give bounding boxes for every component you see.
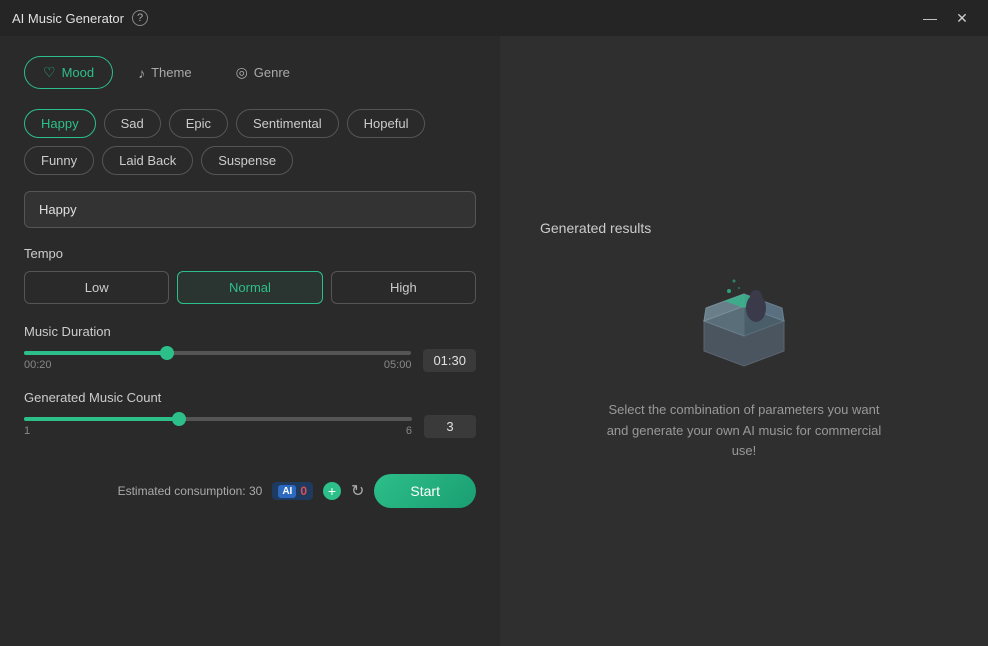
music-count-range: 1 6	[24, 425, 412, 437]
main-content: ♡ Mood ♪ Theme ◎ Genre Happy Sad Epic Senti…	[0, 36, 988, 646]
tab-genre[interactable]: ◎ Genre	[217, 56, 309, 89]
mood-btn-hopeful[interactable]: Hopeful	[347, 109, 426, 138]
refresh-icon[interactable]: ↻	[351, 481, 364, 501]
left-panel: ♡ Mood ♪ Theme ◎ Genre Happy Sad Epic Senti…	[0, 36, 500, 646]
mood-btn-sentimental[interactable]: Sentimental	[236, 109, 339, 138]
close-button[interactable]: ✕	[948, 6, 976, 30]
credit-count: 0	[300, 484, 307, 498]
music-duration-slider-row: 00:20 05:00 01:30	[24, 349, 476, 372]
generated-results-title: Generated results	[520, 220, 968, 256]
app-title: AI Music Generator	[12, 11, 124, 26]
music-duration-label: Music Duration	[24, 324, 476, 339]
count-max: 6	[406, 425, 412, 437]
ai-label: AI	[278, 485, 296, 498]
minimize-button[interactable]: —	[916, 6, 944, 30]
mood-btn-suspense[interactable]: Suspense	[201, 146, 293, 175]
mood-display: Happy	[24, 191, 476, 228]
theme-icon: ♪	[138, 65, 145, 81]
mood-btn-laid-back[interactable]: Laid Back	[102, 146, 193, 175]
music-count-section: Generated Music Count 1 6 3	[24, 390, 476, 438]
title-bar-left: AI Music Generator ?	[12, 10, 148, 26]
music-count-slider-row: 1 6 3	[24, 415, 476, 438]
music-count-slider-wrapper: 1 6	[24, 417, 412, 437]
empty-state-illustration	[684, 256, 804, 376]
music-duration-slider-wrapper: 00:20 05:00	[24, 351, 411, 371]
music-duration-value: 01:30	[423, 349, 476, 372]
genre-icon: ◎	[236, 64, 248, 81]
tab-theme-label: Theme	[151, 65, 191, 80]
music-duration-thumb[interactable]	[160, 346, 174, 360]
duration-min: 00:20	[24, 359, 52, 371]
help-icon[interactable]: ?	[132, 10, 148, 26]
music-count-fill	[24, 417, 179, 421]
mood-btn-epic[interactable]: Epic	[169, 109, 228, 138]
music-count-value: 3	[424, 415, 476, 438]
music-count-track	[24, 417, 412, 421]
bottom-bar: Estimated consumption: 30 AI 0 + ↻ Start	[24, 464, 476, 508]
tempo-btn-low[interactable]: Low	[24, 271, 169, 304]
mood-btn-happy[interactable]: Happy	[24, 109, 96, 138]
mood-grid: Happy Sad Epic Sentimental Hopeful Funny Laid …	[24, 109, 476, 175]
music-duration-track	[24, 351, 411, 355]
right-panel: Generated results Select the combination…	[500, 36, 988, 646]
start-button[interactable]: Start	[374, 474, 476, 508]
mood-btn-funny[interactable]: Funny	[24, 146, 94, 175]
tab-mood[interactable]: ♡ Mood	[24, 56, 113, 89]
mood-icon: ♡	[43, 64, 56, 81]
music-count-label: Generated Music Count	[24, 390, 476, 405]
tab-mood-label: Mood	[62, 65, 95, 80]
tabs: ♡ Mood ♪ Theme ◎ Genre	[24, 56, 476, 89]
add-credits-button[interactable]: +	[323, 482, 341, 500]
window-controls: — ✕	[916, 6, 976, 30]
mood-btn-sad[interactable]: Sad	[104, 109, 161, 138]
music-duration-fill	[24, 351, 167, 355]
tempo-btn-high[interactable]: High	[331, 271, 476, 304]
tempo-btn-normal[interactable]: Normal	[177, 271, 322, 304]
music-duration-section: Music Duration 00:20 05:00 01:30	[24, 324, 476, 372]
tempo-label: Tempo	[24, 246, 476, 261]
music-duration-range: 00:20 05:00	[24, 359, 411, 371]
tab-theme[interactable]: ♪ Theme	[119, 56, 210, 89]
duration-max: 05:00	[384, 359, 412, 371]
title-bar: AI Music Generator ? — ✕	[0, 0, 988, 36]
generated-description: Select the combination of parameters you…	[604, 400, 884, 462]
tab-genre-label: Genre	[254, 65, 290, 80]
tempo-buttons: LowNormal High	[24, 271, 476, 304]
count-min: 1	[24, 425, 30, 437]
consumption-text: Estimated consumption: 30	[118, 484, 263, 498]
credit-badge: AI 0	[272, 482, 313, 500]
music-count-thumb[interactable]	[172, 412, 186, 426]
